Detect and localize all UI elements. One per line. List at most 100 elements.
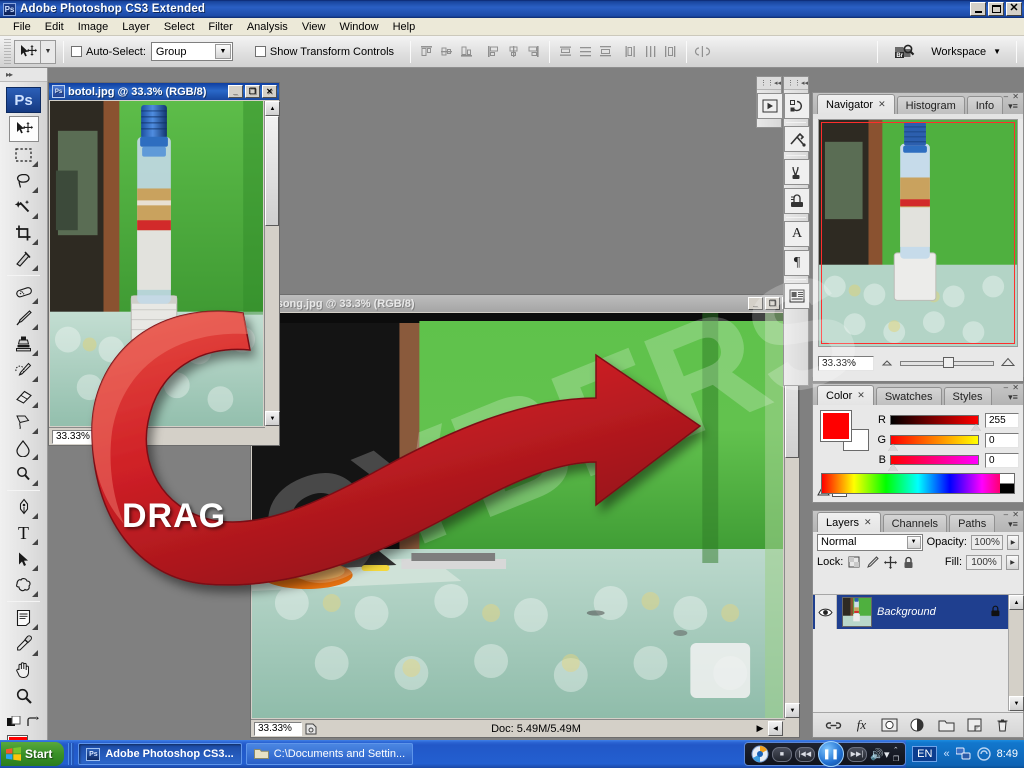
dock-collapse-bar-right[interactable]: ⋮⋮ ◂◂ (784, 77, 808, 90)
panel-menu-icon[interactable]: ▾≡ (1006, 100, 1020, 112)
tool-flyout-triangle[interactable] (31, 539, 38, 545)
minimize-button[interactable]: _ (228, 85, 243, 98)
chevron-down-icon[interactable]: ▼ (214, 44, 231, 59)
character-panel-icon[interactable]: A (784, 221, 810, 247)
blend-mode-dropdown[interactable]: Normal ▼ (817, 533, 923, 551)
document-title-bar-osong[interactable]: Ps osong.jpg @ 33.3% (RGB/8) _ ❐ ✕ (251, 295, 799, 312)
tool-flyout-triangle[interactable] (31, 513, 38, 519)
history-brush-tool[interactable] (9, 357, 39, 383)
align-right-edges-icon[interactable] (525, 43, 542, 60)
maximize-button[interactable]: ❐ (765, 297, 780, 310)
gradient-tool[interactable] (9, 409, 39, 435)
small-mountain-icon[interactable] (880, 357, 894, 370)
tool-preset-picker[interactable]: ▼ (14, 39, 56, 64)
large-mountain-icon[interactable] (1000, 356, 1018, 370)
white-black-swatch[interactable] (1000, 474, 1014, 493)
document-canvas-osong[interactable] (252, 313, 783, 718)
document-canvas-botol[interactable] (50, 101, 263, 426)
tab-paths[interactable]: Paths (949, 514, 996, 532)
horizontal-type-tool[interactable]: T (9, 520, 39, 546)
align-left-edges-icon[interactable] (485, 43, 502, 60)
tab-navigator[interactable]: Navigator ✕ (817, 94, 895, 114)
distribute-left-edges-icon[interactable] (622, 43, 639, 60)
slider-thumb[interactable] (888, 464, 898, 471)
double-chevron-right-icon[interactable]: ▸▸ (6, 70, 13, 79)
healing-brush-tool[interactable] (9, 279, 39, 305)
navigator-thumbnail[interactable] (818, 119, 1018, 347)
menu-layer[interactable]: Layer (115, 20, 157, 34)
panel-menu-icon[interactable]: ▾≡ (1006, 518, 1020, 530)
scroll-down-button[interactable]: ▼ (265, 411, 280, 426)
start-button[interactable]: Start (1, 742, 65, 766)
tool-flyout-triangle[interactable] (31, 402, 38, 408)
scroll-up-button[interactable]: ▲ (1009, 595, 1024, 610)
green-slider-ramp[interactable] (888, 435, 979, 451)
document-window-osong[interactable]: Ps osong.jpg @ 33.3% (RGB/8) _ ❐ ✕ (250, 294, 800, 738)
media-logo-icon[interactable] (751, 745, 769, 763)
blur-tool[interactable] (9, 435, 39, 461)
crop-tool[interactable] (9, 220, 39, 246)
document-title-bar-botol[interactable]: Ps botol.jpg @ 33.3% (RGB/8) _ ❐ ✕ (49, 83, 279, 100)
status-flyout-arrow[interactable]: ▶ (752, 723, 768, 734)
tool-flyout-triangle[interactable] (31, 265, 38, 271)
go-to-bridge-button[interactable]: Br (885, 40, 923, 64)
hand-tool[interactable] (9, 657, 39, 683)
lock-image-pixels-icon[interactable] (865, 555, 879, 569)
delete-layer-icon[interactable] (994, 717, 1012, 733)
chevron-down-icon[interactable]: ▼ (993, 47, 1001, 56)
custom-shape-tool[interactable] (9, 572, 39, 598)
next-icon[interactable]: ▶▶| (846, 746, 867, 762)
minimize-button[interactable]: _ (748, 297, 763, 310)
menu-image[interactable]: Image (71, 20, 116, 34)
distribute-horizontal-centers-icon[interactable] (642, 43, 659, 60)
menu-view[interactable]: View (295, 20, 333, 34)
fill-value[interactable]: 100% (966, 554, 1002, 570)
align-bottom-edges-icon[interactable] (458, 43, 475, 60)
language-indicator[interactable]: EN (912, 746, 938, 762)
animation-panel-icon[interactable] (757, 93, 783, 119)
magic-wand-tool[interactable] (9, 194, 39, 220)
align-link-icon[interactable] (694, 43, 711, 60)
dock-collapse-bar-left[interactable]: ⋮⋮ ◂◂ (757, 77, 781, 90)
path-selection-tool[interactable] (9, 546, 39, 572)
taskbar-item-explorer[interactable]: C:\Documents and Settin... (245, 743, 414, 765)
lock-all-icon[interactable] (901, 555, 915, 569)
dock-grip-icon[interactable]: ⋮⋮ (787, 79, 801, 87)
menu-help[interactable]: Help (386, 20, 423, 34)
tab-info[interactable]: Info (966, 96, 1004, 114)
tool-flyout-triangle[interactable] (31, 161, 38, 167)
rectangular-marquee-tool[interactable] (9, 142, 39, 168)
tool-flyout-triangle[interactable] (31, 591, 38, 597)
clone-source-panel-icon[interactable] (784, 188, 810, 214)
clone-stamp-tool[interactable] (9, 331, 39, 357)
close-icon[interactable]: ✕ (864, 517, 872, 528)
brushes-panel-icon[interactable] (784, 159, 810, 185)
tool-flyout-triangle[interactable] (31, 213, 38, 219)
paragraph-panel-icon[interactable]: ¶ (784, 250, 810, 276)
panel-menu-icon[interactable]: ▾≡ (1006, 391, 1020, 403)
channel-value-r[interactable]: 255 (985, 412, 1019, 428)
color-foreground-swatch[interactable] (820, 410, 852, 442)
channel-value-g[interactable]: 0 (985, 432, 1019, 448)
new-group-icon[interactable] (937, 717, 955, 733)
document-window-botol[interactable]: Ps botol.jpg @ 33.3% (RGB/8) _ ❐ ✕ ▲ ▼ 3… (48, 82, 280, 446)
scroll-down-button[interactable]: ▼ (785, 703, 800, 718)
menu-select[interactable]: Select (157, 20, 202, 34)
notes-tool[interactable] (9, 605, 39, 631)
tool-flyout-triangle[interactable] (31, 350, 38, 356)
vertical-scrollbar-botol[interactable]: ▲ ▼ (264, 101, 280, 426)
audio-icon[interactable] (976, 747, 991, 761)
menu-filter[interactable]: Filter (201, 20, 239, 34)
scroll-up-button[interactable]: ▲ (265, 101, 280, 116)
layer-thumbnail[interactable] (842, 597, 872, 627)
clock[interactable]: 8:49 (997, 748, 1018, 760)
layer-visibility-toggle[interactable] (815, 595, 837, 629)
slice-tool[interactable] (9, 246, 39, 272)
close-button[interactable]: ✕ (262, 85, 277, 98)
align-vertical-centers-icon[interactable] (438, 43, 455, 60)
network-icon[interactable] (955, 747, 971, 761)
zoom-tool[interactable] (9, 683, 39, 709)
opacity-slider-arrow[interactable]: ▶ (1007, 534, 1019, 550)
distribute-right-edges-icon[interactable] (662, 43, 679, 60)
double-chevron-left-icon[interactable]: ◂◂ (774, 79, 781, 87)
